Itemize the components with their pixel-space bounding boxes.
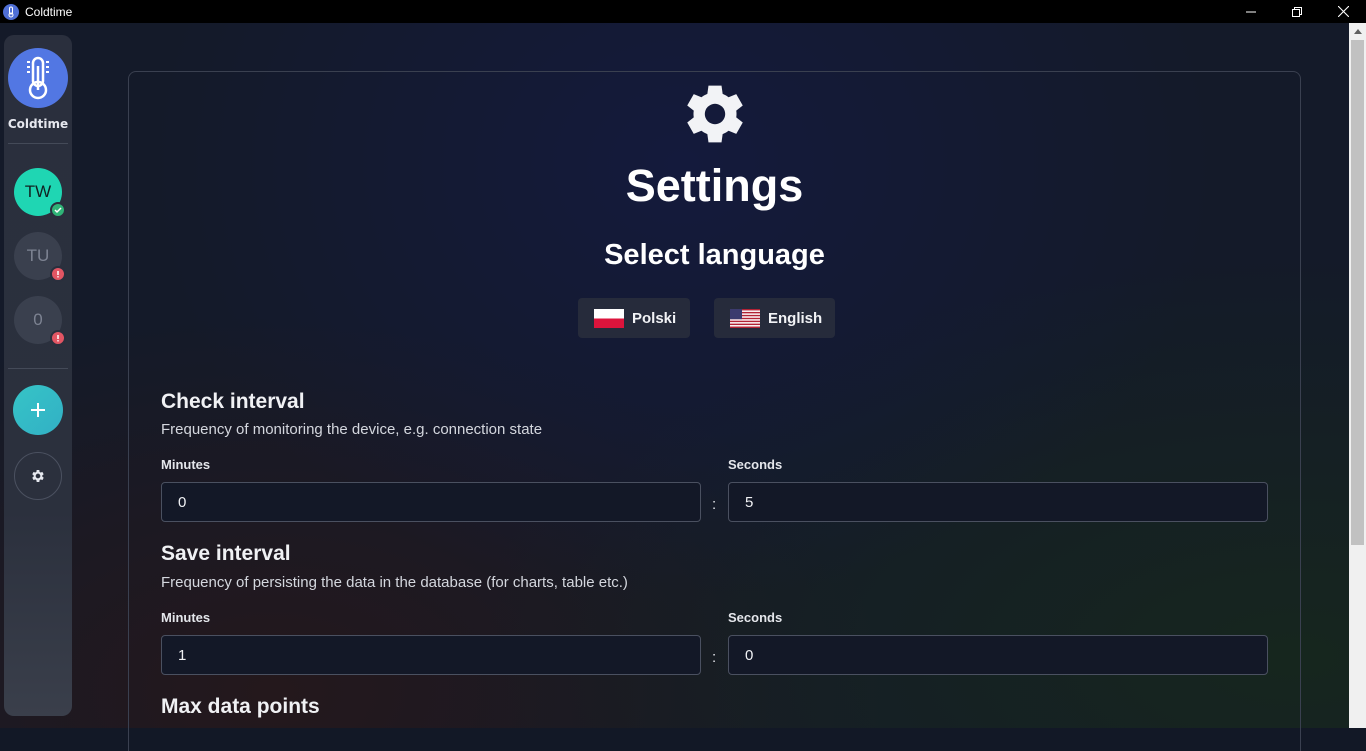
restore-icon	[1292, 6, 1302, 17]
sidebar-divider	[8, 143, 68, 144]
add-device-button[interactable]	[13, 385, 63, 435]
status-error-badge	[50, 266, 66, 282]
sidebar-divider	[8, 368, 68, 369]
time-separator: :	[712, 649, 717, 666]
save-seconds-label: Seconds	[728, 610, 783, 625]
minimize-icon	[1246, 11, 1256, 12]
restore-button[interactable]	[1274, 0, 1320, 23]
scrollbar-thumb[interactable]	[1351, 40, 1364, 545]
language-options: Polski English	[578, 298, 835, 338]
gear-icon	[687, 85, 743, 143]
minimize-button[interactable]	[1228, 0, 1274, 23]
check-minutes-input[interactable]	[161, 482, 701, 522]
status-error-badge	[50, 330, 66, 346]
caret-up-icon	[1353, 29, 1362, 34]
sidebar: Coldtime TW TU 0	[4, 35, 72, 716]
status-ok-badge	[50, 202, 66, 218]
exclamation-icon	[57, 335, 59, 342]
us-flag-icon	[730, 308, 760, 328]
language-label: Polski	[632, 309, 677, 327]
settings-card: Settings Select language Polski English …	[128, 71, 1301, 751]
device-initials: TU	[26, 246, 50, 265]
save-interval-title: Save interval	[161, 542, 291, 565]
vertical-scrollbar[interactable]	[1349, 23, 1366, 728]
device-avatar-tw[interactable]: TW	[14, 168, 66, 218]
gear-icon	[32, 470, 44, 482]
scroll-up-button[interactable]	[1349, 23, 1366, 40]
language-label: English	[768, 309, 823, 327]
language-heading: Select language	[604, 239, 825, 271]
language-english-button[interactable]: English	[714, 298, 835, 338]
check-minutes-label: Minutes	[161, 457, 211, 472]
thermometer-icon	[27, 56, 49, 100]
window-title: Coldtime	[25, 4, 73, 19]
close-icon	[1337, 6, 1349, 17]
brand-name: Coldtime	[7, 117, 69, 131]
max-data-points-title: Max data points	[161, 695, 320, 718]
language-polski-button[interactable]: Polski	[578, 298, 690, 338]
save-minutes-label: Minutes	[161, 610, 211, 625]
settings-button[interactable]	[14, 452, 62, 500]
app-body: Coldtime TW TU 0 Settings Select languag…	[0, 23, 1366, 751]
save-interval-description: Frequency of persisting the data in the …	[161, 574, 628, 591]
app-thermometer-icon	[3, 3, 19, 20]
save-minutes-input[interactable]	[161, 635, 701, 675]
plus-icon	[31, 403, 45, 417]
check-seconds-label: Seconds	[728, 457, 783, 472]
close-button[interactable]	[1320, 0, 1366, 23]
window-titlebar: Coldtime	[0, 0, 1366, 23]
device-initials: 0	[33, 310, 43, 329]
time-separator: :	[712, 496, 717, 513]
device-avatar-tu[interactable]: TU	[14, 232, 66, 282]
check-interval-description: Frequency of monitoring the device, e.g.…	[161, 421, 543, 438]
device-initials: TW	[24, 182, 52, 201]
page-title: Settings	[625, 160, 804, 211]
brand-logo[interactable]	[8, 48, 68, 108]
pl-flag-icon	[594, 308, 624, 328]
check-seconds-input[interactable]	[728, 482, 1268, 522]
device-avatar-0[interactable]: 0	[14, 296, 66, 346]
check-icon	[54, 207, 62, 214]
save-seconds-input[interactable]	[728, 635, 1268, 675]
exclamation-icon	[57, 271, 59, 278]
check-interval-title: Check interval	[161, 390, 305, 413]
